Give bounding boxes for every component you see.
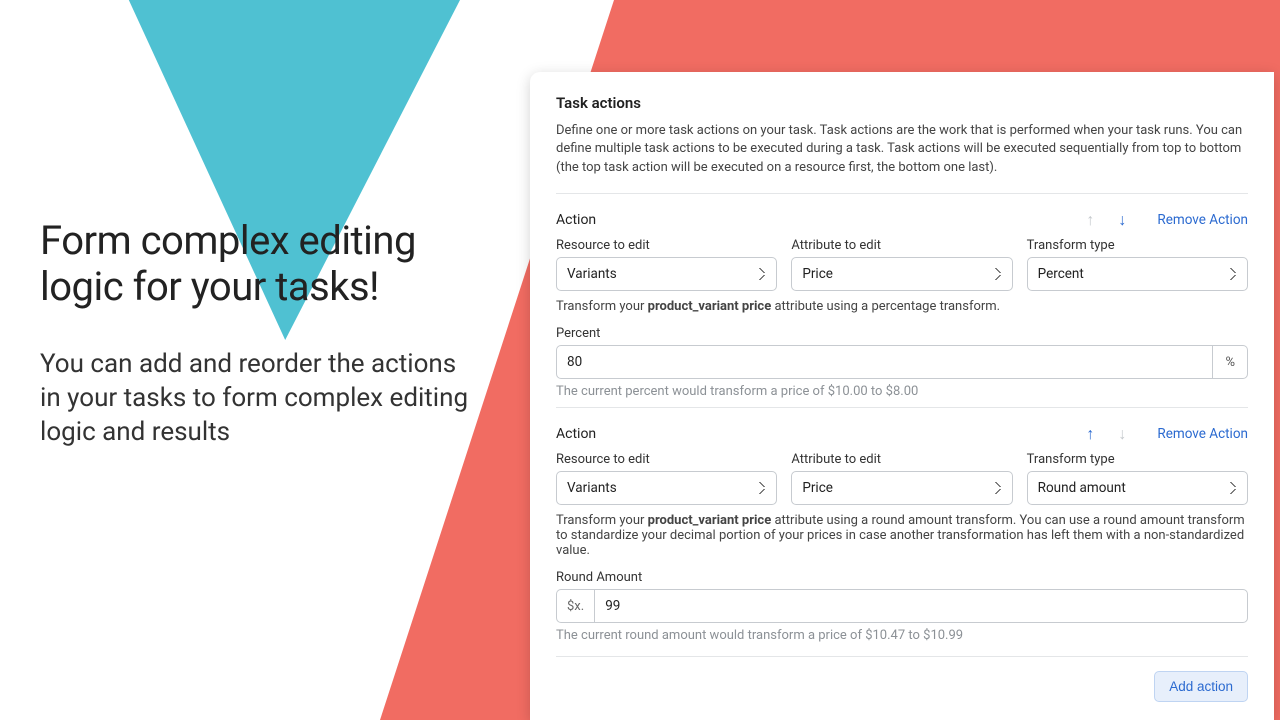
transform-label: Transform type <box>1027 452 1248 467</box>
panel-footer: Add action <box>556 656 1248 702</box>
attribute-select[interactable]: Price <box>791 471 1012 505</box>
percent-input[interactable]: 80 <box>556 345 1213 379</box>
panel-title: Task actions <box>556 94 1248 112</box>
move-up-icon[interactable]: ↑ <box>1077 422 1103 446</box>
headline: Form complex editing logic for your task… <box>40 218 480 310</box>
transform-select[interactable]: Round amount <box>1027 471 1248 505</box>
round-amount-input[interactable]: 99 <box>594 589 1248 623</box>
move-down-icon[interactable]: ↓ <box>1109 208 1135 232</box>
percent-label: Percent <box>556 326 1248 341</box>
action-block-1: Action ↑ ↓ Remove Action Resource to edi… <box>556 193 1248 399</box>
action-block-2: Action ↑ ↓ Remove Action Resource to edi… <box>556 407 1248 643</box>
attribute-label: Attribute to edit <box>791 238 1012 253</box>
transform-label: Transform type <box>1027 238 1248 253</box>
transform-helper: Transform your product_variant price att… <box>556 299 1248 314</box>
resource-label: Resource to edit <box>556 238 777 253</box>
task-actions-panel: Task actions Define one or more task act… <box>530 72 1274 720</box>
attribute-label: Attribute to edit <box>791 452 1012 467</box>
action-label: Action <box>556 426 1077 442</box>
percent-suffix: % <box>1213 345 1248 379</box>
panel-description: Define one or more task actions on your … <box>556 122 1248 177</box>
attribute-select[interactable]: Price <box>791 257 1012 291</box>
remove-action-link[interactable]: Remove Action <box>1157 426 1248 442</box>
resource-label: Resource to edit <box>556 452 777 467</box>
move-down-icon: ↓ <box>1109 422 1135 446</box>
resource-select[interactable]: Variants <box>556 257 777 291</box>
move-up-icon: ↑ <box>1077 208 1103 232</box>
action-label: Action <box>556 212 1077 228</box>
resource-select[interactable]: Variants <box>556 471 777 505</box>
add-action-button[interactable]: Add action <box>1154 671 1248 702</box>
marketing-copy: Form complex editing logic for your task… <box>40 218 480 449</box>
percent-result: The current percent would transform a pr… <box>556 384 1248 399</box>
round-prefix: $x. <box>556 589 594 623</box>
transform-select[interactable]: Percent <box>1027 257 1248 291</box>
subheadline: You can add and reorder the actions in y… <box>40 348 480 449</box>
round-result: The current round amount would transform… <box>556 628 1248 643</box>
remove-action-link[interactable]: Remove Action <box>1157 212 1248 228</box>
transform-helper: Transform your product_variant price att… <box>556 513 1248 558</box>
round-amount-label: Round Amount <box>556 570 1248 585</box>
